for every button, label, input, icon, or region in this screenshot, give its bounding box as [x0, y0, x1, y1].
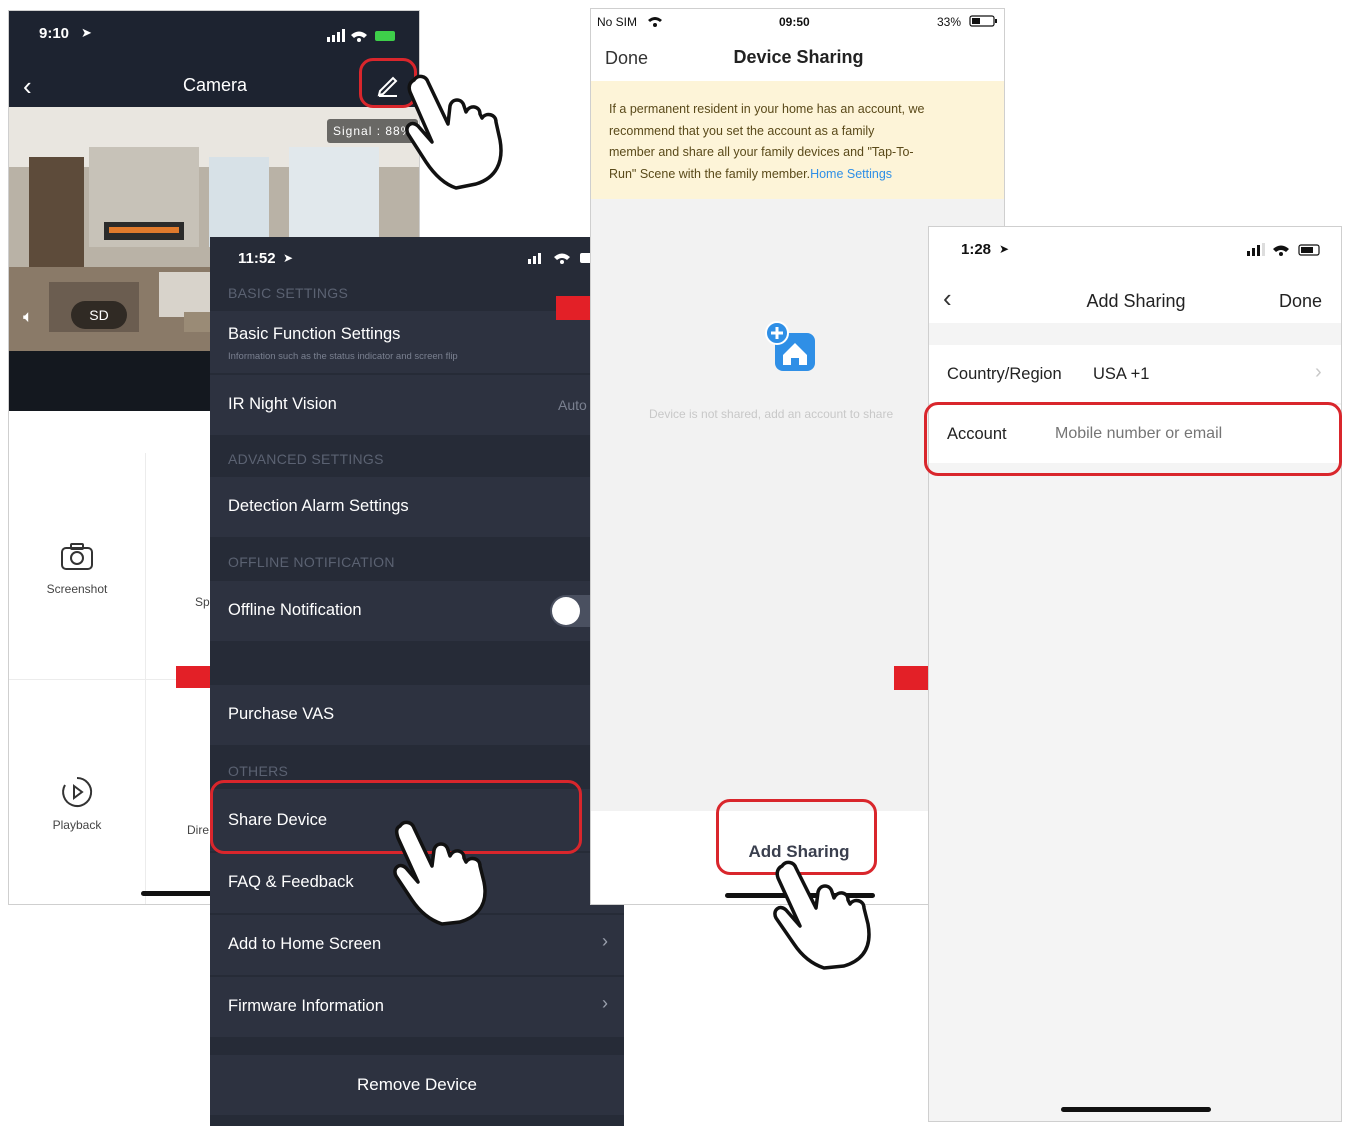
status-icons	[327, 29, 395, 42]
location-icon: ➤	[283, 251, 294, 265]
section-header-advanced: ADVANCED SETTINGS	[228, 451, 384, 467]
status-time: 09:50	[779, 15, 810, 29]
notice-line: If a permanent resident in your home has…	[609, 102, 925, 116]
page-title: Device Sharing	[733, 47, 864, 67]
row-label: Country/Region	[947, 365, 1062, 383]
country-value: USA +1	[1093, 365, 1150, 383]
battery-icon	[969, 15, 997, 27]
status-bar: 9:10 ➤	[9, 11, 419, 61]
row-label: Firmware Information	[228, 997, 384, 1015]
status-icons	[1247, 243, 1320, 256]
notice-text: If a permanent resident in your home has…	[609, 99, 997, 185]
row-label: Basic Function Settings	[228, 325, 401, 343]
row-sublabel: Information such as the status indicator…	[228, 351, 458, 362]
location-icon: ➤	[81, 25, 92, 40]
notice-banner: If a permanent resident in your home has…	[591, 81, 1004, 199]
status-time: 1:28	[961, 241, 992, 258]
screenshot-button[interactable]: Screenshot	[9, 541, 145, 596]
home-indicator	[1061, 1107, 1211, 1112]
top-bar: 1:28 ➤ ‹ Add Sharing Done	[929, 227, 1341, 323]
highlight-account	[924, 402, 1342, 476]
ir-night-value: Auto	[558, 397, 587, 413]
status-bar: 11:52 ➤	[210, 237, 624, 277]
row-label: Detection Alarm Settings	[228, 497, 409, 515]
carrier-text: No SIM	[597, 15, 638, 29]
status-time: 9:10	[39, 25, 70, 42]
screenshot-label: Screenshot	[46, 582, 108, 596]
direction-label[interactable]: Dire	[187, 823, 209, 837]
playback-icon	[62, 776, 93, 807]
add-sharing-screen: 1:28 ➤ ‹ Add Sharing Done Country/Region…	[928, 226, 1342, 1122]
settings-screen: 11:52 ➤ BASIC SETTINGS Basic Function Se…	[210, 237, 624, 1126]
toggle-knob	[552, 597, 580, 625]
row-label: Add to Home Screen	[228, 935, 382, 953]
notice-line: member and share all your family devices…	[609, 145, 914, 159]
signal-text: Signal : 88%	[333, 124, 413, 138]
top-bar: No SIM 09:50 33% Done Device Sharing	[591, 9, 1004, 81]
remove-device-button[interactable]: Remove Device	[210, 1055, 624, 1115]
status-icons	[528, 253, 598, 264]
chevron-right-icon: ›	[602, 993, 608, 1013]
firmware-information-row[interactable]: Firmware Information ›	[210, 977, 624, 1037]
country-region-row[interactable]: Country/Region USA +1 ›	[929, 345, 1341, 403]
section-header-basic: BASIC SETTINGS	[228, 285, 349, 301]
remove-device-label: Remove Device	[357, 1075, 477, 1094]
speak-label[interactable]: Sp	[195, 595, 210, 609]
mute-speaker-icon[interactable]: 🔈︎	[23, 307, 33, 327]
section-header-offline: OFFLINE NOTIFICATION	[228, 554, 395, 570]
notice-line: recommend that you set the account as a …	[609, 123, 875, 138]
battery-text: 33%	[937, 15, 962, 29]
row-label: IR Night Vision	[228, 395, 337, 413]
hand-pointer-icon	[393, 820, 487, 926]
notice-line: Run" Scene with the family member.	[609, 166, 811, 181]
add-share-home-icon	[765, 321, 815, 371]
row-label: Offline Notification	[228, 601, 362, 619]
hand-pointer-icon	[773, 860, 871, 970]
playback-label: Playback	[52, 818, 102, 832]
playback-button[interactable]: Playback	[9, 775, 145, 832]
home-settings-link[interactable]: Home Settings	[810, 167, 892, 181]
purchase-vas-row[interactable]: Purchase VAS	[210, 685, 624, 745]
wifi-icon	[648, 17, 662, 27]
hand-pointer-icon	[405, 74, 503, 190]
home-indicator	[141, 891, 221, 896]
detection-alarm-settings-row[interactable]: Detection Alarm Settings	[210, 477, 624, 537]
status-time: 11:52	[238, 250, 276, 267]
ir-night-vision-row[interactable]: IR Night Vision Auto	[210, 375, 624, 435]
chevron-right-icon: ›	[602, 931, 608, 951]
row-label: Purchase VAS	[228, 705, 335, 723]
section-header-others: OTHERS	[228, 763, 289, 779]
camera-icon	[61, 543, 93, 570]
chevron-right-icon: ›	[1315, 361, 1322, 383]
location-icon: ➤	[999, 242, 1010, 256]
done-button[interactable]: Done	[1279, 291, 1322, 312]
offline-notification-row: Offline Notification	[210, 581, 624, 641]
row-label: FAQ & Feedback	[228, 873, 354, 891]
sd-button[interactable]: SD	[71, 301, 127, 329]
